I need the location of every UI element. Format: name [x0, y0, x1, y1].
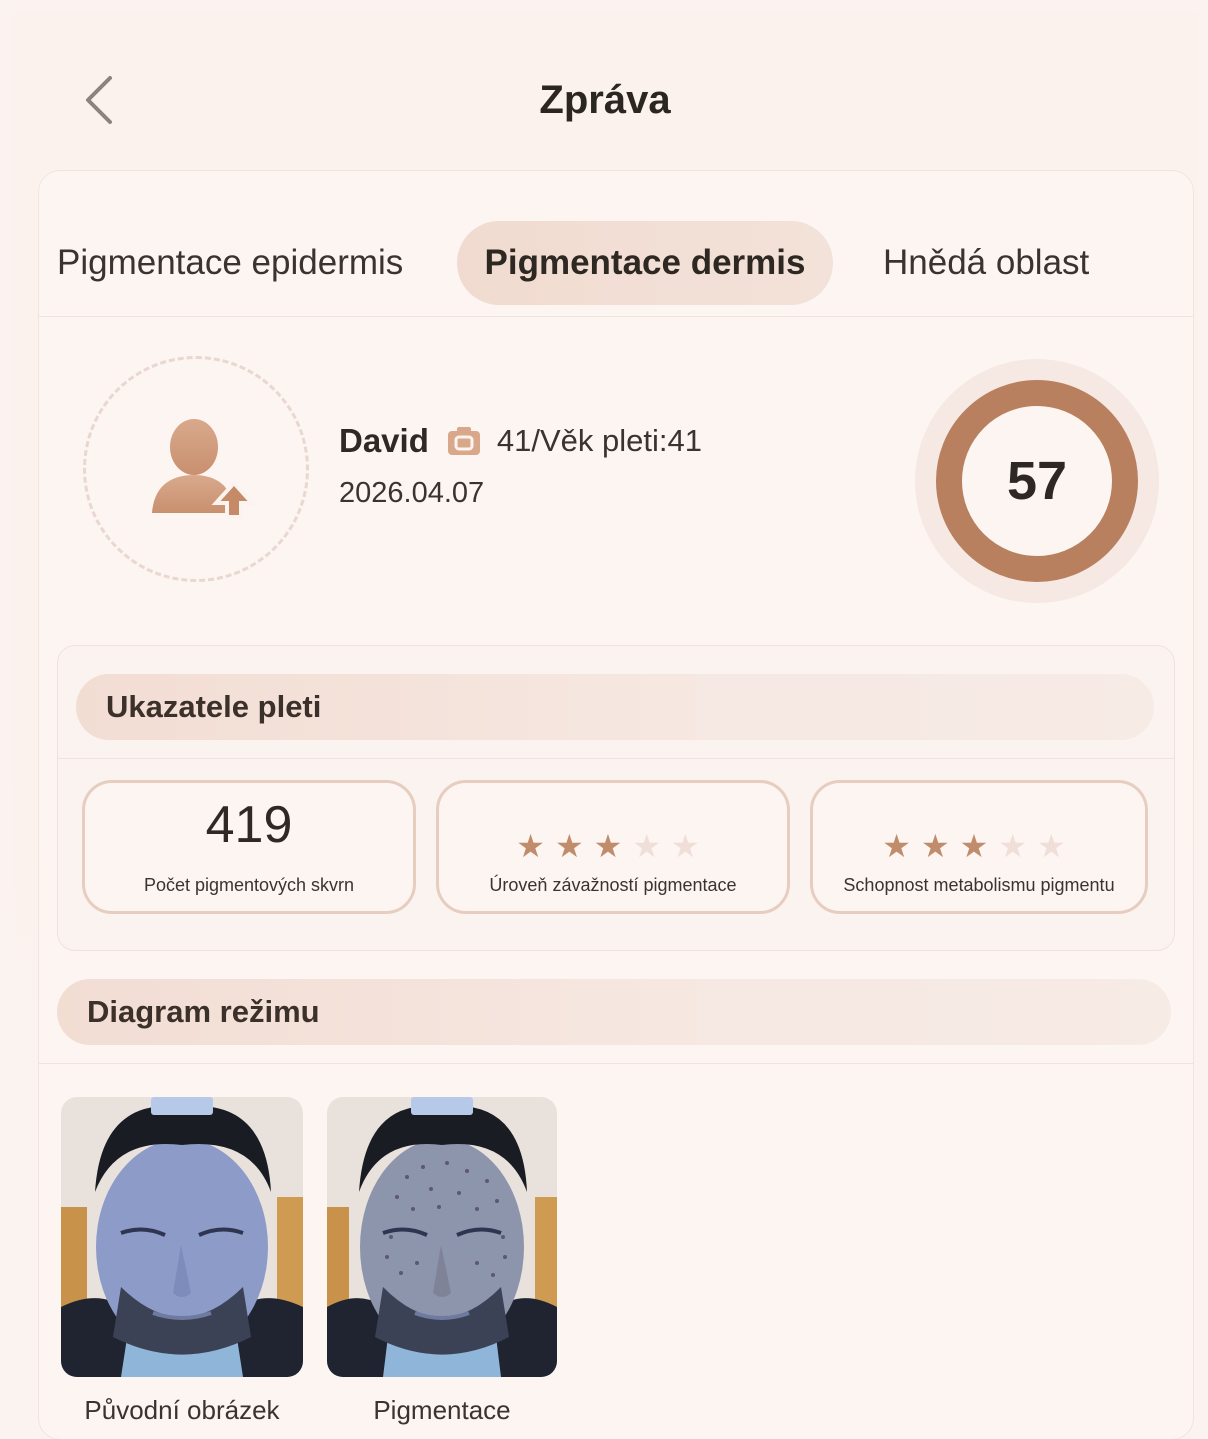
star-empty-icon: ★ — [1037, 828, 1076, 864]
face-image-original[interactable] — [61, 1097, 303, 1377]
section-title-indicators: Ukazatele pleti — [76, 674, 1154, 740]
star-filled-icon: ★ — [959, 828, 999, 864]
score-ring: 57 — [915, 359, 1159, 603]
face-photo — [61, 1097, 303, 1377]
profile-info: David 41/Věk pleti:41 — [339, 419, 702, 463]
star-filled-icon: ★ — [920, 828, 960, 864]
star-filled-icon: ★ — [554, 828, 594, 864]
star-empty-icon: ★ — [998, 828, 1038, 864]
section-title-diagram: Diagram režimu — [57, 979, 1171, 1045]
page-title: Zpráva — [539, 78, 671, 122]
divider — [39, 1063, 1193, 1064]
avatar[interactable] — [83, 356, 309, 582]
tab-bar: Pigmentace epidermis Pigmentace dermis H… — [39, 171, 1193, 317]
user-name: David — [339, 422, 429, 459]
star-empty-icon: ★ — [671, 828, 710, 864]
report-date: 2026.04.07 — [339, 477, 485, 509]
star-filled-icon: ★ — [882, 828, 921, 864]
star-empty-icon: ★ — [632, 828, 672, 864]
report-card: Pigmentace epidermis Pigmentace dermis H… — [38, 170, 1194, 1439]
skin-indicators-panel: Ukazatele pleti 419 Počet pigmentových s… — [57, 645, 1175, 951]
camera-icon — [447, 427, 480, 455]
metric-metabolism: ★★★★★ Schopnost metabolismu pigmentu — [810, 780, 1148, 914]
star-rating: ★★★★★ — [439, 827, 787, 865]
metric-severity: ★★★★★ Úroveň závažností pigmentace — [436, 780, 790, 914]
tab-hneda-oblast[interactable]: Hnědá oblast — [883, 221, 1089, 305]
metric-spot-count: 419 Počet pigmentových skvrn — [82, 780, 416, 914]
user-upload-icon — [152, 419, 256, 519]
tab-pigmentace-dermis[interactable]: Pigmentace dermis — [457, 221, 833, 305]
image-label-original: Původní obrázek — [84, 1395, 280, 1425]
score-value: 57 — [1006, 451, 1068, 511]
face-photo — [327, 1097, 557, 1377]
image-label-pigmentation: Pigmentace — [373, 1395, 511, 1425]
star-filled-icon: ★ — [593, 828, 633, 864]
tab-pigmentace-epidermis[interactable]: Pigmentace epidermis — [57, 221, 403, 305]
metric-label: Schopnost metabolismu pigmentu — [843, 875, 1115, 895]
metric-label: Počet pigmentových skvrn — [143, 875, 355, 895]
star-rating: ★★★★★ — [813, 827, 1145, 865]
report-screen: Zpráva Pigmentace epidermis Pigmentace d… — [12, 12, 1198, 1439]
divider — [58, 758, 1174, 759]
header: Zpráva — [12, 12, 1198, 172]
age-info: 41/Věk pleti:41 — [496, 423, 702, 458]
star-filled-icon: ★ — [516, 828, 555, 864]
face-image-pigmentation[interactable] — [327, 1097, 557, 1377]
metric-label: Úroveň závažností pigmentace — [489, 875, 737, 895]
metric-value: 419 — [205, 796, 293, 854]
